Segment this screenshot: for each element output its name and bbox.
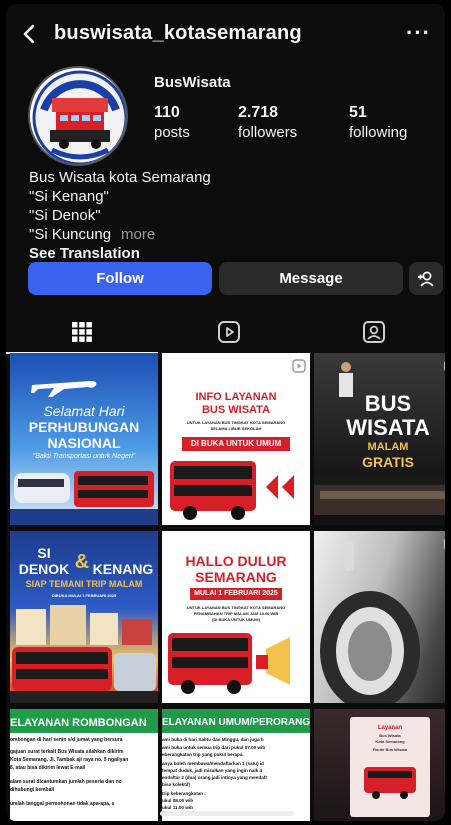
grid-icon	[72, 322, 92, 342]
post-text: ombongan di hari senin s/d jumat yang be…	[10, 737, 123, 743]
avatar[interactable]	[28, 66, 128, 166]
display-name: BusWisata	[154, 74, 231, 91]
post-text: 8, atau bisa dikirim lewat E-mail	[10, 765, 86, 771]
profile-tabs	[6, 310, 445, 354]
post-text: ami buka untuk semua trip dari pukul 07.…	[162, 745, 266, 750]
message-button[interactable]: Message	[219, 262, 403, 295]
post-text: BUS	[364, 391, 412, 416]
post-text: trip keberangkatan :	[162, 791, 206, 796]
bio-line-last: "Si Kuncung more	[29, 225, 429, 244]
stat-followers[interactable]: 2.718 followers	[238, 104, 297, 141]
suggest-user-button[interactable]	[409, 262, 443, 295]
follow-button[interactable]: Follow	[28, 262, 212, 295]
stat-posts-value: 110	[154, 104, 180, 121]
post-text: tempat duduk, jadi misalkan yang ingin n…	[162, 768, 263, 773]
top-bar: buswisata_kotasemarang ···	[6, 14, 445, 54]
post-thumbnail[interactable]: BUS WISATA MALAM GRATIS	[314, 353, 445, 525]
post-text: ELAYANAN UMUM/PERORANGA	[162, 717, 310, 728]
add-user-icon	[418, 271, 434, 287]
post-text: Layanan	[377, 725, 403, 731]
post-text: PENAMBAHAN TRIP MALAM JAM 18.00 WIB	[193, 611, 279, 616]
bio-line: "Si Denok"	[29, 207, 101, 224]
post-thumbnail[interactable]: Selamat Hari PERHUBUNGAN NASIONAL "Bakti…	[10, 353, 158, 525]
tab-grid[interactable]	[9, 310, 155, 354]
more-options-icon[interactable]: ···	[406, 20, 431, 46]
post-text: eberangkatan trip yang pukul berapa.	[162, 752, 244, 757]
post-text: umlah tanggal permohonan tidak apa-apa, …	[10, 801, 115, 807]
post-text: WISATA	[346, 415, 430, 440]
post-text: BUS WISATA	[201, 404, 271, 416]
banner-stand: Layanan Bus Wisata Kota Semarang Route B…	[350, 717, 430, 817]
post-text: PERHUBUNGAN	[28, 419, 140, 435]
post-text: ami buka di hari Sabtu dan Minggu, dan j…	[162, 737, 264, 742]
post-text: SI	[37, 545, 51, 561]
post-text: UNTUK LAYANAN BUS TINGKAT KOTA SEMARANG	[186, 420, 286, 425]
post-text: SIAP TEMANI TRIP MALAM	[25, 579, 143, 589]
post-text-panel: ombongan di hari senin s/d jumat yang be…	[10, 733, 158, 821]
post-text: bisa kolektif)	[162, 782, 191, 787]
post-text: DENOK	[18, 561, 70, 577]
stat-followers-label: followers	[238, 124, 298, 141]
tab-tagged[interactable]	[301, 310, 445, 354]
stat-followers-value: 2.718	[238, 104, 279, 121]
post-text: NASIONAL	[47, 435, 121, 451]
post-text: MULAI 1 FEBRUARI 2025	[190, 588, 282, 600]
post-text-panel: ami buka di hari Sabtu dan Minggu, dan j…	[162, 733, 310, 821]
post-text: SELAMA LIBUR SEKOLAH	[210, 426, 262, 431]
post-text: GRATIS	[362, 454, 414, 470]
post-thumbnail[interactable]: ELAYANAN ROMBONGAN ombongan di hari seni…	[10, 709, 158, 821]
bio-line: "Si Kuncung	[29, 226, 112, 243]
post-text: ELAYANAN ROMBONGAN	[10, 717, 147, 729]
post-text: Route Bus Wisata	[373, 747, 407, 752]
post-text: "Bakti Transportasi untuk Negeri"	[32, 453, 136, 460]
stat-posts[interactable]: 110 posts	[154, 104, 190, 141]
post-text: DIBUKA MULAI 1 FEBRUARI 2025	[51, 593, 117, 598]
post-text: HALLO DULUR	[185, 553, 287, 569]
post-text: UNTUK LAYANAN BUS TINGKAT KOTA SEMARANG	[186, 605, 286, 610]
tagged-icon	[363, 321, 385, 343]
post-text: KENANG	[92, 561, 154, 577]
post-text: endaftar 2 (dua) orang jadi intinya yang…	[162, 775, 267, 780]
post-text: anya boleh membawa/mendaftarkan 1 (satu)…	[162, 761, 264, 766]
stat-following-label: following	[349, 124, 408, 141]
post-text: dihubungi kembali	[10, 787, 55, 793]
back-icon[interactable]	[16, 20, 44, 48]
post-text: DI BUKA UNTUK UMUM	[182, 437, 290, 451]
tab-reels[interactable]	[156, 310, 302, 354]
post-thumbnail[interactable]: INFO LAYANAN BUS WISATA UNTUK LAYANAN BU…	[162, 353, 310, 525]
profile-bio: Bus Wisata kota Semarang "Si Kenang" "Si…	[29, 168, 429, 263]
post-thumbnail[interactable]: ELAYANAN UMUM/PERORANGA ami buka di hari…	[162, 709, 310, 821]
post-text: INFO LAYANAN	[195, 391, 277, 403]
bio-line: "Si Kenang"	[29, 188, 109, 205]
post-text: (DI BUKA UNTUK UMUM)	[212, 617, 260, 622]
post-text: Selamat Hari	[43, 403, 125, 419]
post-thumbnail[interactable]: HALLO DULUR SEMARANG MULAI 1 FEBRUARI 20…	[162, 531, 310, 703]
see-translation-link[interactable]: See Translation	[29, 244, 429, 263]
stat-following-value: 51	[349, 104, 367, 121]
profile-username: buswisata_kotasemarang	[54, 22, 302, 44]
bio-line: Bus Wisata kota Semarang	[29, 169, 211, 186]
post-thumbnail[interactable]	[314, 531, 445, 703]
stat-posts-label: posts	[154, 124, 190, 141]
post-text: SEMARANG	[195, 569, 277, 585]
posts-grid: Selamat Hari PERHUBUNGAN NASIONAL "Bakti…	[6, 353, 445, 821]
post-thumbnail[interactable]: SI DENOK & KENANG SIAP TEMANI TRIP MALAM…	[10, 531, 158, 703]
post-text: Kota Semarang	[375, 739, 405, 744]
post-text: Kota Semarang, Jl. Tambak aji raya no. 5…	[10, 757, 129, 763]
app-screen: buswisata_kotasemarang ··· BusWisata 110…	[6, 4, 445, 821]
reel-indicator-icon	[444, 360, 445, 372]
post-text: ukul 08.00 wib	[162, 798, 194, 803]
reels-icon	[218, 321, 240, 343]
stat-following[interactable]: 51 following	[349, 104, 407, 141]
reel-indicator-icon	[292, 359, 306, 373]
post-text: ukul 11.00 wib	[162, 805, 193, 810]
bio-more-link[interactable]: more	[121, 226, 155, 243]
home-indicator	[160, 811, 294, 816]
post-thumbnail[interactable]: Layanan Bus Wisata Kota Semarang Route B…	[314, 709, 445, 821]
post-text: MALAM	[367, 441, 409, 453]
post-text: alam surat dicantumkan jumlah peserta da…	[10, 779, 122, 785]
post-text: gajuan surat terkait Bus Wisata silahkan…	[10, 749, 124, 755]
post-text: Bus Wisata	[379, 733, 401, 738]
